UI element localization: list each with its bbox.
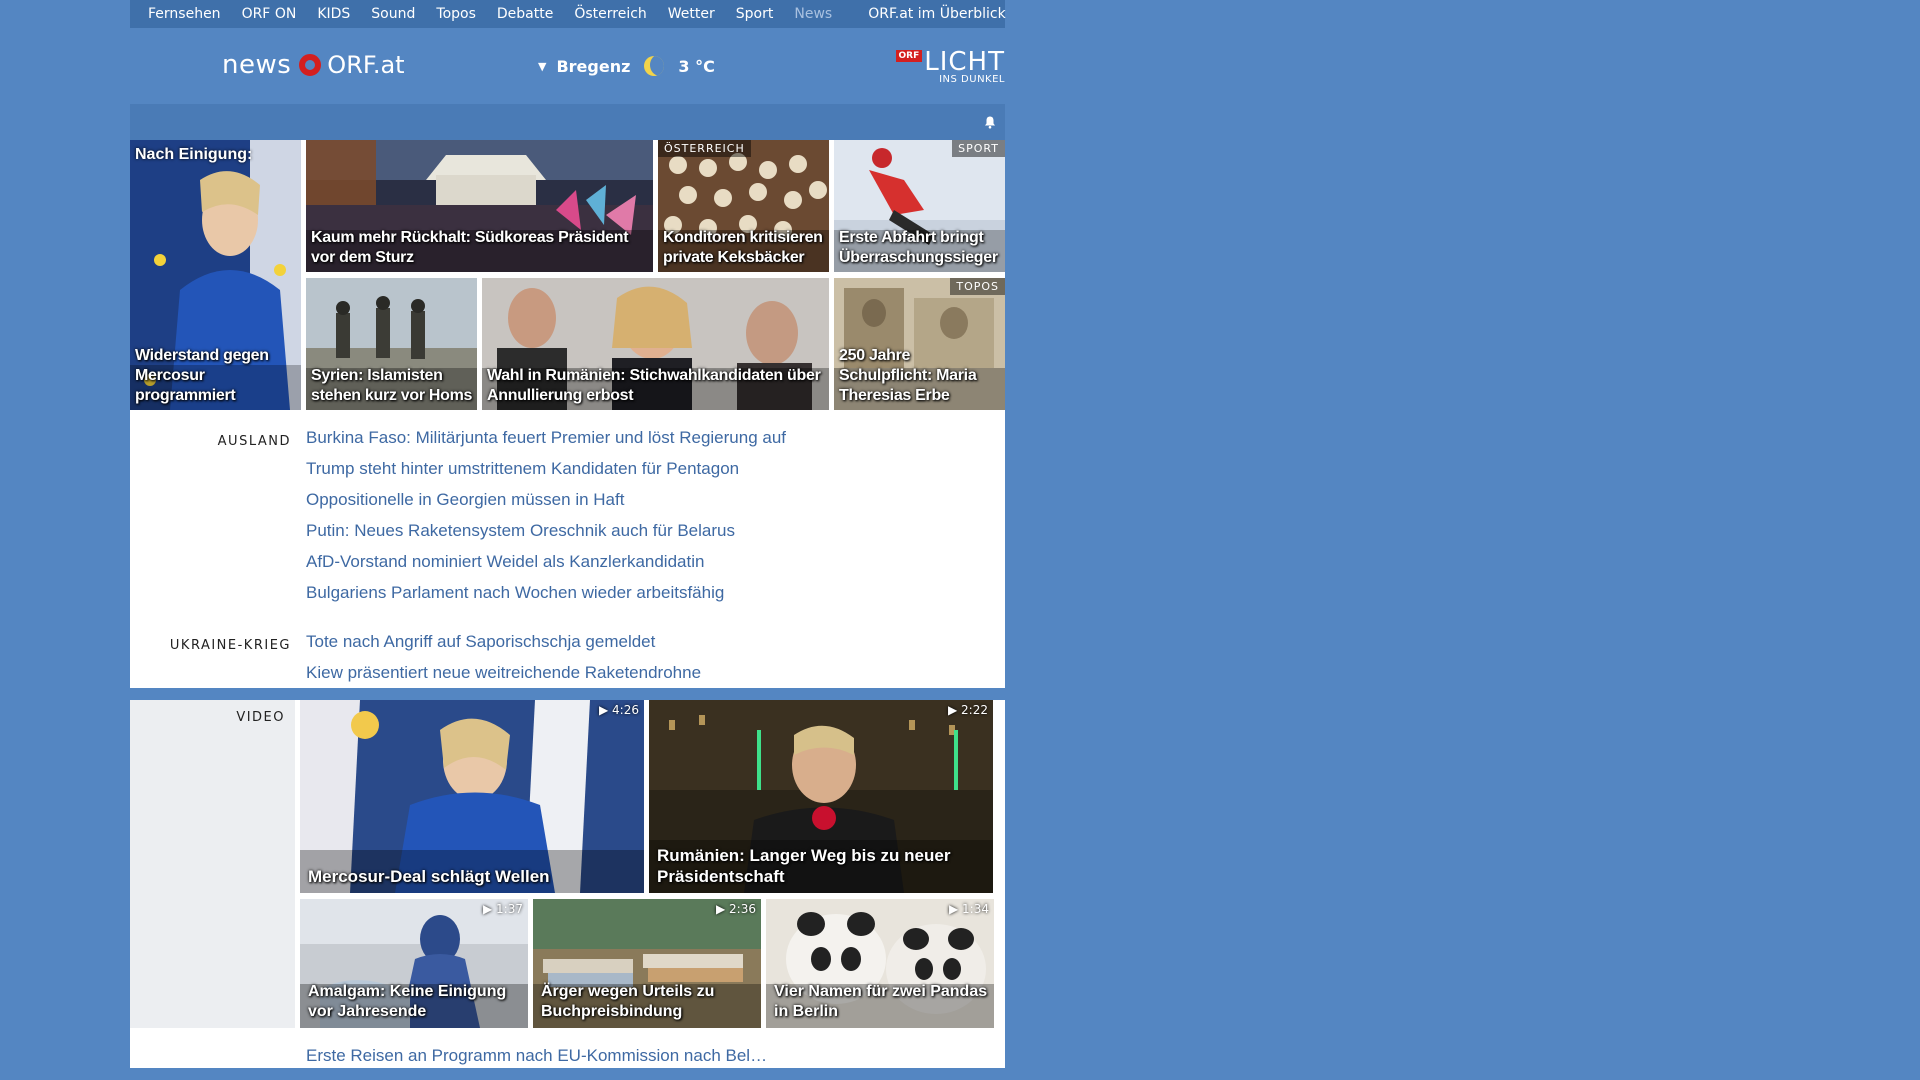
story-tile-suedkorea[interactable]: Kaum mehr Rückhalt: Südkoreas Präsident …: [306, 140, 653, 272]
headline-link[interactable]: Bulgariens Parlament nach Wochen wieder …: [306, 577, 786, 608]
category-tag: SPORT: [952, 140, 1005, 157]
video-title: Ärger wegen Urteils zu Buchpreisbindung: [541, 983, 715, 1020]
video-title: Amalgam: Keine Einigung vor Jahresende: [308, 983, 507, 1020]
licht-title: LICHT: [924, 47, 1005, 77]
nav-item-orf-on[interactable]: ORF ON: [242, 6, 297, 22]
video-tile-mercosur[interactable]: ▶ 4:26 Mercosur-Deal schlägt Wellen: [300, 700, 644, 893]
story-tile-schulpflicht[interactable]: TOPOS 250 Jahre Schulpflicht: Maria Ther…: [834, 278, 1005, 410]
headline-link[interactable]: AfD-Vorstand nominiert Weidel als Kanzle…: [306, 546, 786, 577]
headline-lists: AUSLAND Burkina Faso: Militärjunta feuer…: [130, 410, 1005, 688]
duration-text: 2:22: [961, 703, 988, 717]
video-tile-buchpreis[interactable]: ▶ 2:36 Ärger wegen Urteils zu Buchpreisb…: [533, 899, 761, 1028]
duration-text: 1:34: [962, 902, 989, 916]
dropdown-triangle-icon: ▼: [538, 59, 547, 73]
video-title: Mercosur-Deal schlägt Wellen: [308, 867, 550, 886]
nav-item-sport[interactable]: Sport: [736, 6, 774, 22]
bell-icon[interactable]: [983, 115, 997, 129]
next-section-partial: Erste Reisen an Programm nach EU-Kommiss…: [130, 1028, 1005, 1068]
nav-item-topos[interactable]: Topos: [436, 6, 475, 22]
nav-item-news[interactable]: News: [794, 6, 832, 22]
headline-link[interactable]: Putin: Neues Raketensystem Oreschnik auc…: [306, 515, 786, 546]
story-tile-konditoren[interactable]: ÖSTERREICH Konditoren kritisieren privat…: [658, 140, 829, 272]
headline-list: Tote nach Angriff auf Saporischschja gem…: [306, 626, 701, 688]
tile-caption: Widerstand gegen Mercosur programmiert: [135, 347, 269, 404]
video-tile-amalgam[interactable]: ▶ 1:37 Amalgam: Keine Einigung vor Jahre…: [300, 899, 528, 1028]
tile-top-label: Nach Einigung:: [135, 146, 253, 163]
logo-news-text: news: [222, 50, 292, 80]
tile-caption: Konditoren kritisieren private Keksbäcke…: [663, 229, 823, 266]
section-ausland: AUSLAND Burkina Faso: Militärjunta feuer…: [130, 422, 1005, 608]
headline-list: Burkina Faso: Militärjunta feuert Premie…: [306, 422, 786, 608]
category-tag: ÖSTERREICH: [658, 140, 751, 157]
headline-link[interactable]: Oppositionelle in Georgien müssen in Haf…: [306, 484, 786, 515]
tile-caption: 250 Jahre Schulpflicht: Maria Theresias …: [839, 347, 977, 404]
headline-link-partial[interactable]: Erste Reisen an Programm nach EU-Kommiss…: [306, 1046, 767, 1066]
licht-ins-dunkel-logo[interactable]: ORF LICHT INS DUNKEL: [895, 47, 1005, 85]
licht-subtitle: INS DUNKEL: [939, 74, 1005, 85]
story-tile-syrien[interactable]: Syrien: Islamisten stehen kurz vor Homs: [306, 278, 477, 410]
video-duration: ▶ 1:37: [483, 902, 523, 916]
video-tile-rumaenien[interactable]: ▶ 2:22 Rumänien: Langer Weg bis zu neuer…: [649, 700, 993, 893]
headline-link[interactable]: Burkina Faso: Militärjunta feuert Premie…: [306, 422, 786, 453]
section-ukraine-krieg: UKRAINE-KRIEG Tote nach Angriff auf Sapo…: [130, 626, 1005, 688]
logo-orf-text: ORF.at: [327, 51, 405, 79]
site-header: news ORF.at ▼ Bregenz 3 °C ORF LICHT INS …: [130, 28, 1005, 104]
story-tile-rumaenien[interactable]: Wahl in Rumänien: Stichwahlkandidaten üb…: [482, 278, 829, 410]
video-duration: ▶ 4:26: [599, 703, 639, 717]
headline-link[interactable]: Trump steht hinter umstrittenem Kandidat…: [306, 453, 786, 484]
nav-item-debatte[interactable]: Debatte: [497, 6, 553, 22]
duration-text: 1:37: [496, 902, 523, 916]
nav-item-fernsehen[interactable]: Fernsehen: [148, 6, 221, 22]
nav-item-sound[interactable]: Sound: [371, 6, 415, 22]
headline-link[interactable]: Kiew präsentiert neue weitreichende Rake…: [306, 657, 701, 688]
orf-news-page: Fernsehen ORF ON KIDS Sound Topos Debatt…: [130, 0, 1006, 1080]
weather-location: Bregenz: [556, 56, 631, 76]
tile-caption: Kaum mehr Rückhalt: Südkoreas Präsident …: [311, 229, 629, 266]
orf-badge: ORF: [895, 50, 923, 62]
video-title: Vier Namen für zwei Pandas in Berlin: [774, 983, 988, 1020]
weather-temperature: 3 °C: [678, 56, 715, 76]
nav-item-overview[interactable]: ORF.at im Überblick: [868, 6, 1005, 22]
sub-header-bar: [130, 104, 1005, 140]
nav-item-oesterreich[interactable]: Österreich: [574, 6, 646, 22]
top-navigation: Fernsehen ORF ON KIDS Sound Topos Debatt…: [130, 0, 1006, 28]
video-duration: ▶ 2:22: [948, 703, 988, 717]
weather-widget[interactable]: ▼ Bregenz 3 °C: [538, 56, 715, 76]
section-label: UKRAINE-KRIEG: [169, 638, 291, 653]
nav-item-kids[interactable]: KIDS: [317, 6, 350, 22]
video-thumbnail: [300, 700, 644, 893]
duration-text: 2:36: [729, 902, 756, 916]
video-tile-pandas[interactable]: ▶ 1:34 Vier Namen für zwei Pandas in Ber…: [766, 899, 994, 1028]
tile-caption: Wahl in Rumänien: Stichwahlkandidaten üb…: [487, 367, 821, 404]
video-grid: ▶ 4:26 Mercosur-Deal schlägt Wellen ▶ 2:…: [295, 700, 1005, 1028]
section-label: VIDEO: [236, 710, 285, 725]
headline-link[interactable]: Tote nach Angriff auf Saporischschja gem…: [306, 626, 701, 657]
duration-text: 4:26: [612, 703, 639, 717]
nav-item-wetter[interactable]: Wetter: [668, 6, 715, 22]
video-label-column: VIDEO: [130, 700, 295, 1028]
story-tile-mercosur[interactable]: Nach Einigung: Widerstand gegen Mercosur…: [130, 140, 301, 410]
section-label: AUSLAND: [217, 434, 291, 449]
story-tile-abfahrt[interactable]: SPORT Erste Abfahrt bringt Überraschungs…: [834, 140, 1005, 272]
video-duration: ▶ 2:36: [716, 902, 756, 916]
video-section: VIDEO ▶ 4:26 Mercosur-Deal schlägt Welle…: [130, 700, 1005, 1028]
video-duration: ▶ 1:34: [949, 902, 989, 916]
moon-icon: [644, 56, 665, 76]
tile-caption: Erste Abfahrt bringt Überraschungssieger: [839, 229, 998, 266]
news-orf-logo[interactable]: news ORF.at: [222, 50, 405, 80]
top-stories-grid: Nach Einigung: Widerstand gegen Mercosur…: [130, 140, 1005, 410]
category-tag: TOPOS: [950, 278, 1005, 295]
orf-ring-icon: [299, 54, 322, 76]
video-title: Rumänien: Langer Weg bis zu neuer Präsid…: [657, 846, 951, 886]
tile-caption: Syrien: Islamisten stehen kurz vor Homs: [311, 367, 473, 404]
